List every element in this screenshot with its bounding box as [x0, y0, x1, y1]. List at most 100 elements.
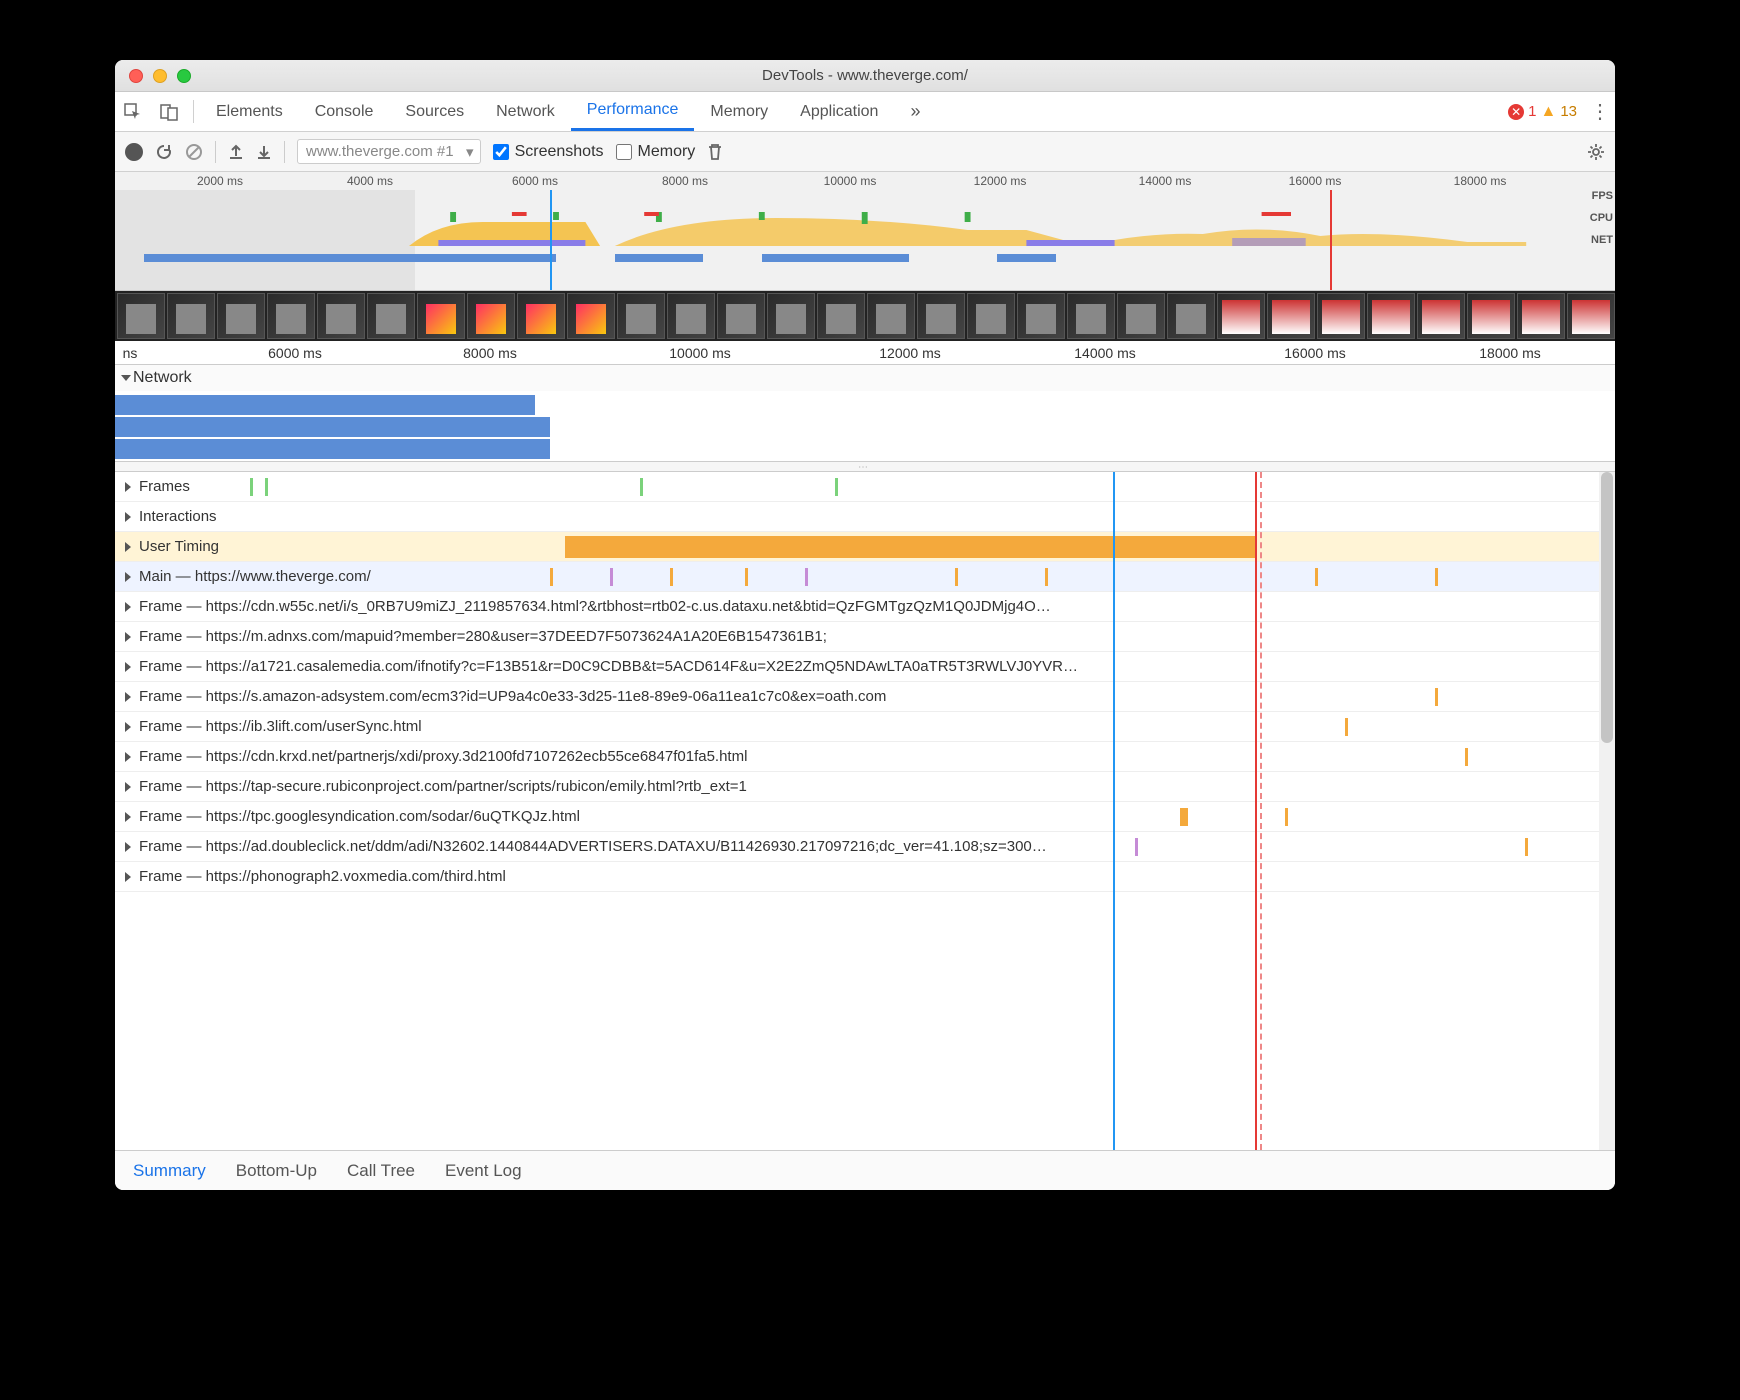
screenshot-filmstrip[interactable]: [115, 291, 1615, 341]
frame-row[interactable]: Frame — https://m.adnxs.com/mapuid?membe…: [115, 622, 1615, 652]
tab-performance[interactable]: Performance: [571, 92, 695, 131]
network-bar[interactable]: [115, 439, 550, 459]
filmstrip-frame[interactable]: [367, 293, 415, 339]
tab-console[interactable]: Console: [299, 92, 390, 131]
filmstrip-frame[interactable]: [867, 293, 915, 339]
error-icon: ✕: [1508, 104, 1524, 120]
memory-checkbox-input[interactable]: [616, 144, 632, 160]
filmstrip-frame[interactable]: [767, 293, 815, 339]
details-tabs: Summary Bottom-Up Call Tree Event Log: [115, 1150, 1615, 1190]
capture-settings-icon[interactable]: [1587, 143, 1605, 161]
timeline-overview[interactable]: 2000 ms 4000 ms 6000 ms 8000 ms 10000 ms…: [115, 172, 1615, 291]
details-tab-event-log[interactable]: Event Log: [445, 1161, 522, 1181]
disclosure-triangle-icon: [125, 482, 131, 492]
frame-row[interactable]: Frame — https://ad.doubleclick.net/ddm/a…: [115, 832, 1615, 862]
clear-button[interactable]: [185, 143, 203, 161]
interactions-row[interactable]: Interactions: [115, 502, 1615, 532]
filmstrip-frame[interactable]: [117, 293, 165, 339]
tab-memory[interactable]: Memory: [694, 92, 784, 131]
load-profile-icon[interactable]: [228, 144, 244, 160]
details-tab-summary[interactable]: Summary: [133, 1161, 206, 1181]
filmstrip-frame[interactable]: [1417, 293, 1465, 339]
frame-row[interactable]: Frame — https://cdn.w55c.net/i/s_0RB7U9m…: [115, 592, 1615, 622]
filmstrip-frame[interactable]: [167, 293, 215, 339]
network-bar[interactable]: [115, 417, 550, 437]
filmstrip-frame[interactable]: [1267, 293, 1315, 339]
filmstrip-frame[interactable]: [567, 293, 615, 339]
console-status[interactable]: ✕ 1 ▲ 13: [1500, 92, 1585, 131]
filmstrip-frame[interactable]: [1517, 293, 1565, 339]
overview-cursor-blue[interactable]: [550, 190, 552, 290]
filmstrip-frame[interactable]: [817, 293, 865, 339]
filmstrip-frame[interactable]: [1017, 293, 1065, 339]
filmstrip-frame[interactable]: [667, 293, 715, 339]
overview-body[interactable]: FPS CPU NET: [115, 190, 1615, 290]
inspect-element-icon[interactable]: [115, 92, 151, 131]
user-timing-row[interactable]: User Timing: [115, 532, 1615, 562]
filmstrip-frame[interactable]: [1167, 293, 1215, 339]
tab-network[interactable]: Network: [480, 92, 571, 131]
network-section-header[interactable]: Network: [115, 365, 1615, 391]
save-profile-icon[interactable]: [256, 144, 272, 160]
memory-checkbox[interactable]: Memory: [616, 143, 696, 161]
tab-sources[interactable]: Sources: [389, 92, 480, 131]
filmstrip-frame[interactable]: [1467, 293, 1515, 339]
more-options-icon[interactable]: ⋮: [1585, 92, 1615, 131]
scrollbar-thumb[interactable]: [1601, 472, 1613, 743]
frames-row[interactable]: Frames: [115, 472, 1615, 502]
frame-row[interactable]: Frame — https://s.amazon-adsystem.com/ec…: [115, 682, 1615, 712]
warning-icon: ▲: [1540, 103, 1556, 121]
overview-cpu-lane: [115, 212, 1585, 246]
details-tab-bottom-up[interactable]: Bottom-Up: [236, 1161, 317, 1181]
filmstrip-frame[interactable]: [967, 293, 1015, 339]
filmstrip-frame[interactable]: [1317, 293, 1365, 339]
resize-handle[interactable]: ⋯: [115, 462, 1615, 472]
overview-cursor-red[interactable]: [1330, 190, 1332, 290]
filmstrip-frame[interactable]: [917, 293, 965, 339]
main-thread-row[interactable]: Main — https://www.theverge.com/: [115, 562, 1615, 592]
filmstrip-frame[interactable]: [717, 293, 765, 339]
record-button[interactable]: [125, 143, 143, 161]
details-tab-call-tree[interactable]: Call Tree: [347, 1161, 415, 1181]
tab-elements[interactable]: Elements: [200, 92, 299, 131]
frame-row[interactable]: Frame — https://phonograph2.voxmedia.com…: [115, 862, 1615, 892]
timeline-cursor-blue[interactable]: [1113, 472, 1115, 1150]
filmstrip-frame[interactable]: [517, 293, 565, 339]
filmstrip-frame[interactable]: [1117, 293, 1165, 339]
filmstrip-frame[interactable]: [1067, 293, 1115, 339]
network-bar[interactable]: [115, 395, 535, 415]
minimize-window-button[interactable]: [153, 69, 167, 83]
user-timing-bar[interactable]: [565, 536, 1255, 558]
frame-row[interactable]: Frame — https://tpc.googlesyndication.co…: [115, 802, 1615, 832]
filmstrip-frame[interactable]: [267, 293, 315, 339]
filmstrip-frame[interactable]: [467, 293, 515, 339]
filmstrip-frame[interactable]: [1367, 293, 1415, 339]
frame-row[interactable]: Frame — https://cdn.krxd.net/partnerjs/x…: [115, 742, 1615, 772]
frame-row[interactable]: Frame — https://tap-secure.rubiconprojec…: [115, 772, 1615, 802]
timeline-marker-red[interactable]: [1255, 472, 1257, 1150]
frame-row[interactable]: Frame — https://a1721.casalemedia.com/if…: [115, 652, 1615, 682]
screenshots-checkbox[interactable]: Screenshots: [493, 143, 604, 161]
frame-row[interactable]: Frame — https://ib.3lift.com/userSync.ht…: [115, 712, 1615, 742]
filmstrip-frame[interactable]: [417, 293, 465, 339]
flame-chart[interactable]: Frames Interactions User Timing Main — h…: [115, 472, 1615, 1150]
disclosure-triangle-icon: [125, 632, 131, 642]
close-window-button[interactable]: [129, 69, 143, 83]
vertical-scrollbar[interactable]: [1599, 472, 1615, 1150]
filmstrip-frame[interactable]: [317, 293, 365, 339]
zoom-window-button[interactable]: [177, 69, 191, 83]
main-ruler[interactable]: ns 6000 ms 8000 ms 10000 ms 12000 ms 140…: [115, 341, 1615, 365]
network-bars[interactable]: [115, 391, 1615, 461]
collect-garbage-icon[interactable]: [707, 143, 723, 161]
screenshots-checkbox-input[interactable]: [493, 144, 509, 160]
tab-application[interactable]: Application: [784, 92, 894, 131]
filmstrip-frame[interactable]: [217, 293, 265, 339]
reload-button[interactable]: [155, 143, 173, 161]
filmstrip-frame[interactable]: [1217, 293, 1265, 339]
tabs-overflow-icon[interactable]: »: [894, 92, 936, 131]
filmstrip-frame[interactable]: [617, 293, 665, 339]
filmstrip-frame[interactable]: [1567, 293, 1615, 339]
disclosure-triangle-icon: [125, 542, 131, 552]
recording-select[interactable]: www.theverge.com #1: [297, 139, 481, 164]
device-toolbar-icon[interactable]: [151, 92, 187, 131]
